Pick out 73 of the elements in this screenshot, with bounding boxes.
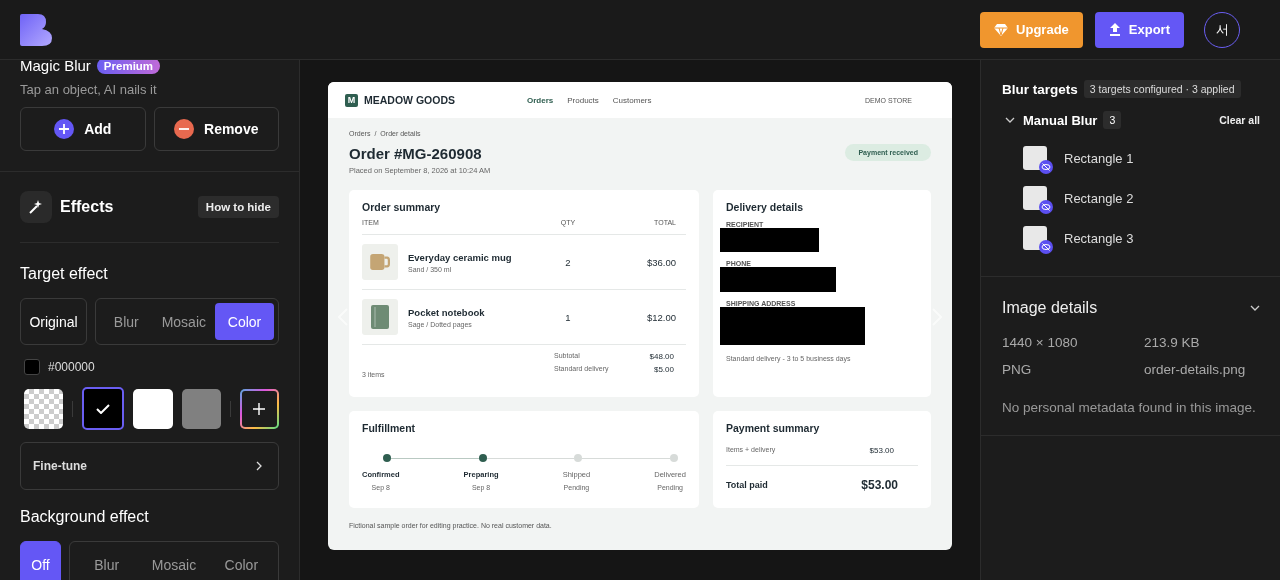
total-paid-label: Total paid: [726, 480, 768, 490]
image-detail-value: 213.9 KB: [1144, 335, 1201, 350]
nav-link[interactable]: Customers: [612, 95, 652, 105]
product-name: Everyday ceramic mug: [408, 251, 512, 263]
plus-icon: [253, 402, 266, 415]
total-paid-value: $53.00: [861, 478, 898, 492]
section-title: Effects: [60, 198, 114, 216]
color-swatch[interactable]: [82, 387, 125, 430]
quantity: 1: [564, 311, 572, 323]
remove-button[interactable]: Remove: [153, 107, 279, 151]
background-effect-title: Background effect: [20, 508, 150, 526]
total-value: $48.00: [649, 352, 674, 361]
original-option[interactable]: Original: [20, 298, 87, 345]
off-option[interactable]: Off: [20, 541, 61, 580]
order-title: Order #MG-260908: [349, 145, 483, 162]
notebook-icon: [371, 305, 389, 329]
total-value: $5.00: [653, 365, 674, 374]
color-swatch[interactable]: [133, 388, 173, 429]
section-subtitle: Tap an object, AI nails it: [20, 82, 158, 97]
premium-badge: Premium: [96, 60, 161, 74]
nav-link[interactable]: Products: [567, 95, 599, 105]
color-swatch[interactable]: [181, 388, 221, 429]
panel-title: Image details: [1002, 299, 1098, 317]
add-color-button[interactable]: [239, 388, 279, 429]
upload-icon: [1108, 23, 1121, 36]
brand-logo: M: [345, 93, 358, 107]
export-button[interactable]: Export: [1094, 11, 1184, 48]
wand-icon: [20, 191, 52, 223]
background-option[interactable]: Color: [208, 546, 274, 580]
target-effect-title: Target effect: [20, 265, 109, 283]
panel-title: Blur targets: [1002, 81, 1078, 97]
product-name: Pocket notebook: [408, 306, 485, 318]
chevron-down-icon[interactable]: [1250, 305, 1260, 311]
transparent-swatch[interactable]: [24, 388, 64, 429]
chevron-right-icon: [256, 461, 262, 471]
brand-name: MEADOW GOODS: [364, 94, 455, 106]
card-title: Fulfillment: [362, 422, 417, 434]
minus-icon: [174, 119, 194, 139]
line-total: $12.00: [645, 311, 677, 323]
chevron-down-icon[interactable]: [1005, 117, 1015, 123]
add-button[interactable]: Add: [20, 107, 146, 151]
logo-icon[interactable]: [20, 13, 52, 46]
plus-icon: [54, 119, 75, 139]
target-label[interactable]: Rectangle 3: [1064, 230, 1134, 246]
how-to-hide-button[interactable]: How to hide: [197, 196, 279, 218]
group-title: Manual Blur: [1023, 112, 1098, 128]
effect-option[interactable]: Color: [215, 303, 274, 340]
diamond-icon: [994, 23, 1009, 36]
target-label[interactable]: Rectangle 1: [1064, 150, 1134, 166]
background-option[interactable]: Blur: [74, 546, 140, 580]
line-total: $36.00: [645, 256, 677, 268]
effect-option[interactable]: Mosaic: [154, 303, 213, 340]
fine-tune-button[interactable]: Fine-tune: [20, 442, 279, 490]
metadata-note: No personal metadata found in this image.: [1002, 400, 1257, 415]
mug-icon: [370, 254, 390, 270]
nav-link[interactable]: Orders: [527, 95, 554, 105]
color-hex-value: #000000: [48, 360, 95, 374]
image-detail-value: 1440 × 1080: [1002, 335, 1079, 350]
clear-all-button[interactable]: Clear all: [1219, 114, 1260, 126]
target-label[interactable]: Rectangle 2: [1064, 190, 1134, 206]
effect-option[interactable]: Blur: [100, 303, 153, 340]
section-title: Magic Blur: [20, 60, 91, 74]
image-detail-value: order-details.png: [1144, 362, 1247, 377]
card-title: Delivery details: [726, 201, 805, 213]
image-detail-value: PNG: [1002, 362, 1033, 377]
targets-badge: 3 targets configured · 3 applied: [1083, 80, 1241, 98]
check-icon: [96, 403, 111, 414]
background-option[interactable]: Mosaic: [141, 546, 207, 580]
count-badge: 3: [1103, 111, 1122, 129]
card-title: Order summary: [362, 201, 442, 213]
quantity: 2: [564, 256, 572, 268]
card-title: Payment summary: [726, 422, 821, 434]
payment-value: $53.00: [869, 446, 894, 455]
